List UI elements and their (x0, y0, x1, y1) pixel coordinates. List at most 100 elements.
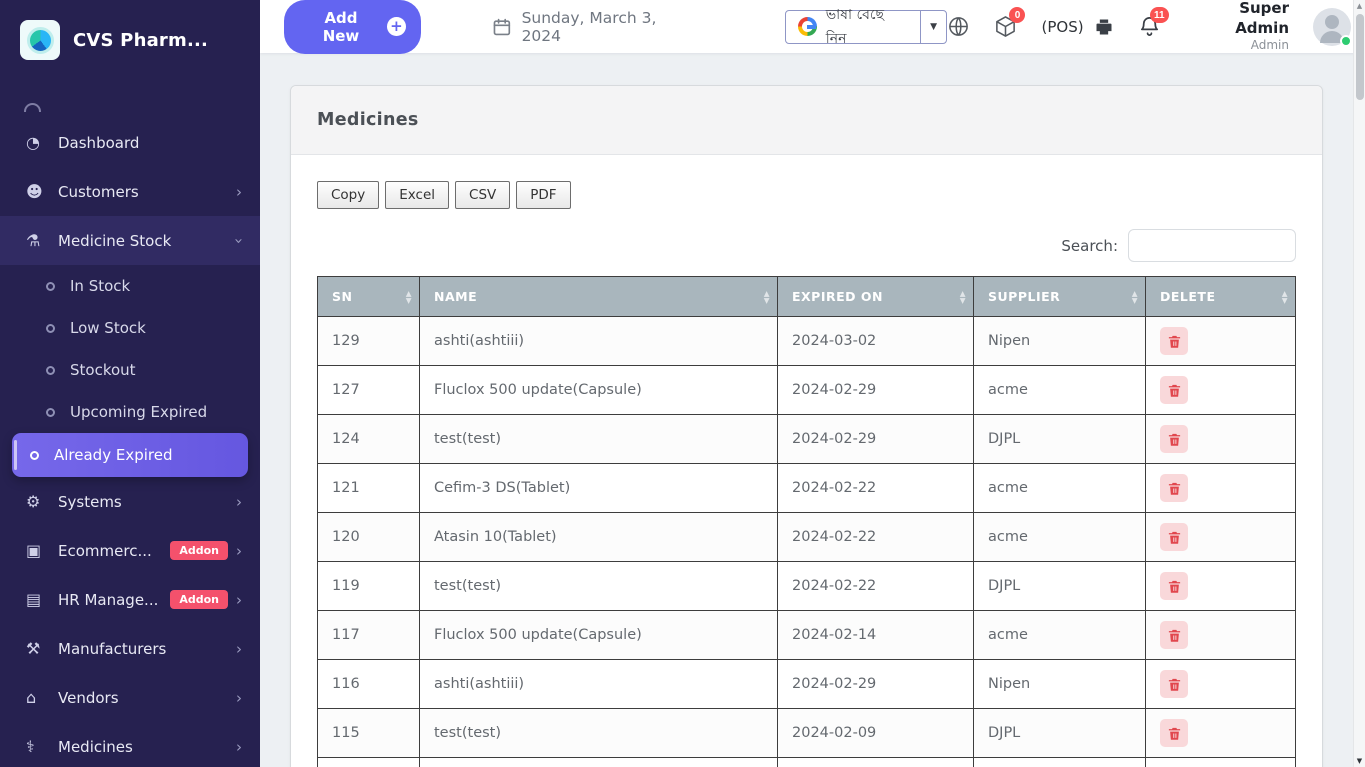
column-header-supplier[interactable]: SUPPLIER (974, 277, 1146, 317)
trash-icon (1167, 481, 1182, 496)
copy-export-button[interactable]: Copy (317, 181, 379, 209)
cell-expired-on: 2024-02-29 (778, 660, 974, 709)
trash-icon (1167, 726, 1182, 741)
logo[interactable]: CVS Pharm... (0, 0, 260, 70)
delete-button[interactable] (1160, 572, 1188, 600)
column-header-label: EXPIRED ON (792, 289, 883, 304)
dashboard-icon: ◔ (26, 133, 58, 152)
cell-expired-on: 2024-02-22 (778, 562, 974, 611)
sort-icon (406, 290, 412, 304)
sort-icon (764, 290, 770, 304)
sidebar-item-ecommerc[interactable]: ▣Ecommerc...Addon› (0, 526, 260, 575)
excel-export-button[interactable]: Excel (385, 181, 449, 209)
addon-badge: Addon (170, 590, 228, 609)
sidebar-item-medicine-stock[interactable]: ⚗Medicine Stock› (0, 216, 260, 265)
pos-label: (POS) (1041, 18, 1083, 36)
notifications-button[interactable]: 11 (1138, 15, 1161, 38)
date-label: Sunday, March 3, 2024 (522, 9, 699, 45)
package-button[interactable]: 0 (994, 15, 1017, 38)
chevron-right-icon: › (236, 640, 242, 658)
delete-button[interactable] (1160, 327, 1188, 355)
scrollbar[interactable] (1353, 0, 1365, 767)
sidebar-item-manufacturers[interactable]: ⚒Manufacturers› (0, 624, 260, 673)
table-row: 120Atasin 10(Tablet)2024-02-22acme (318, 513, 1296, 562)
delete-button[interactable] (1160, 376, 1188, 404)
column-header-name[interactable]: NAME (420, 277, 778, 317)
trash-icon (1167, 432, 1182, 447)
sidebar-item-label: HR Manage... (58, 591, 158, 609)
add-new-button[interactable]: Add New (284, 0, 421, 54)
sidebar-subitem-in-stock[interactable]: In Stock (0, 265, 260, 307)
sidebar-item-medicines[interactable]: ⚕Medicines› (0, 722, 260, 767)
language-dropdown-arrow-icon[interactable] (920, 11, 947, 43)
cell-name: Fluclox 500 update(Capsule) (420, 366, 778, 415)
language-label: ভাষা বেছে নিন (826, 3, 908, 51)
column-header-expired-on[interactable]: EXPIRED ON (778, 277, 974, 317)
medicines-card: Medicines CopyExcelCSVPDF Search: SNNAME… (290, 85, 1323, 767)
chevron-right-icon: › (236, 493, 242, 511)
cell-name: test(test) (420, 562, 778, 611)
sidebar-item-customers[interactable]: ☻Customers› (0, 167, 260, 216)
scroll-thumb[interactable] (1356, 14, 1364, 100)
cell-name: Febus 40(Tablet) (420, 758, 778, 767)
cell-sn: 124 (318, 415, 420, 464)
column-header-label: NAME (434, 289, 477, 304)
sidebar-item-vendors[interactable]: ⌂Vendors› (0, 673, 260, 722)
sidebar-subitem-already-expired[interactable]: Already Expired (12, 433, 248, 477)
table-row: 117Fluclox 500 update(Capsule)2024-02-14… (318, 611, 1296, 660)
trash-icon (1167, 628, 1182, 643)
current-date: Sunday, March 3, 2024 (492, 9, 699, 45)
chevron-right-icon: › (236, 542, 242, 560)
sidebar-item-systems[interactable]: ⚙Systems› (0, 477, 260, 526)
csv-export-button[interactable]: CSV (455, 181, 510, 209)
cell-name: test(test) (420, 709, 778, 758)
trash-icon (1167, 579, 1182, 594)
sidebar-item-dashboard[interactable]: ◔Dashboard (0, 118, 260, 167)
table-header-row: SN NAME EXPIRED ON SUPPLIER DELETE (318, 277, 1296, 317)
sidebar-item-hr-manage[interactable]: ▤HR Manage...Addon› (0, 575, 260, 624)
avatar[interactable] (1313, 8, 1351, 46)
sidebar-subitem-upcoming-expired[interactable]: Upcoming Expired (0, 391, 260, 433)
circle-bullet-icon (46, 408, 55, 417)
medicines-icon: ⚕ (26, 737, 58, 756)
avatar-person-icon (1325, 15, 1339, 29)
sidebar-item-label: Systems (58, 493, 122, 511)
globe-button[interactable] (947, 15, 970, 38)
cell-expired-on: 2024-03-02 (778, 317, 974, 366)
circle-bullet-icon (46, 282, 55, 291)
cell-supplier: Nipen (974, 660, 1146, 709)
pdf-export-button[interactable]: PDF (516, 181, 570, 209)
card-header: Medicines (291, 86, 1322, 155)
topbar: Add New Sunday, March 3, 2024 ভাষা বেছে … (260, 0, 1365, 53)
delete-button[interactable] (1160, 474, 1188, 502)
column-header-sn[interactable]: SN (318, 277, 420, 317)
plus-icon (387, 17, 406, 36)
table-row: 116ashti(ashtiii)2024-02-29Nipen (318, 660, 1296, 709)
language-selector-main[interactable]: ভাষা বেছে নিন (786, 11, 920, 43)
user-info[interactable]: Super Admin Admin (1185, 0, 1289, 54)
column-header-delete[interactable]: DELETE (1146, 277, 1296, 317)
table-row: 129ashti(ashtiii)2024-03-02Nipen (318, 317, 1296, 366)
language-selector[interactable]: ভাষা বেছে নিন (785, 10, 948, 44)
sidebar-subitem-low-stock[interactable]: Low Stock (0, 307, 260, 349)
delete-button[interactable] (1160, 670, 1188, 698)
pos-print[interactable]: (POS) (1041, 17, 1113, 37)
add-new-label: Add New (304, 9, 378, 45)
delete-button[interactable] (1160, 523, 1188, 551)
calendar-icon (492, 17, 512, 37)
scroll-up-arrow[interactable] (1354, 2, 1365, 10)
logo-icon (20, 20, 60, 60)
delete-button[interactable] (1160, 719, 1188, 747)
cell-sn: 121 (318, 464, 420, 513)
cell-delete (1146, 366, 1296, 415)
delete-button[interactable] (1160, 425, 1188, 453)
cell-delete (1146, 415, 1296, 464)
manufacturers-icon: ⚒ (26, 639, 58, 658)
search-input[interactable] (1128, 229, 1296, 262)
sidebar-subitem-stockout[interactable]: Stockout (0, 349, 260, 391)
trash-icon (1167, 530, 1182, 545)
chevron-right-icon: › (236, 591, 242, 609)
column-header-label: SUPPLIER (988, 289, 1060, 304)
delete-button[interactable] (1160, 621, 1188, 649)
scroll-down-arrow[interactable] (1354, 757, 1365, 765)
